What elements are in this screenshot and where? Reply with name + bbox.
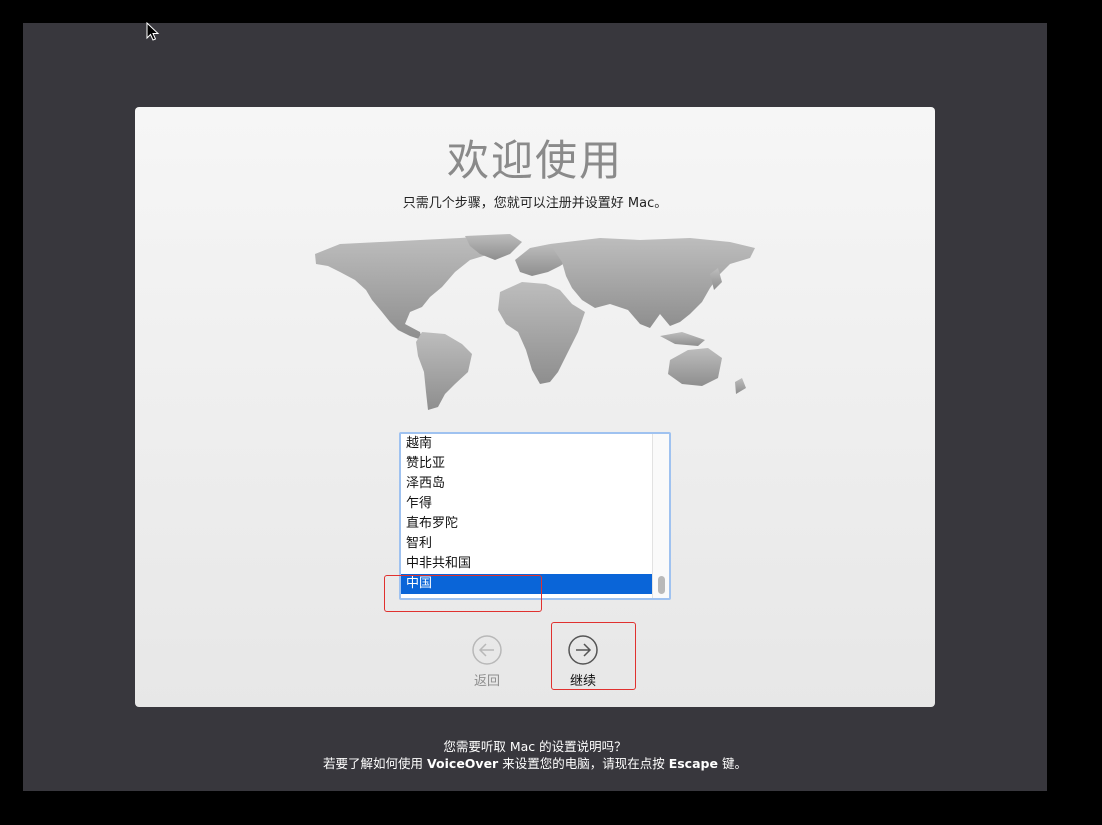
- country-item-chile[interactable]: 智利: [401, 534, 654, 554]
- scrollbar-thumb[interactable]: [658, 576, 665, 594]
- hint-escape-key: Escape: [668, 756, 718, 771]
- country-item-vietnam[interactable]: 越南: [401, 434, 654, 454]
- country-item-chad[interactable]: 乍得: [401, 494, 654, 514]
- highlight-box-selected-country: [384, 575, 542, 612]
- country-item-zambia[interactable]: 赞比亚: [401, 454, 654, 474]
- world-map-image: [315, 234, 755, 410]
- hint-text-before: 若要了解如何使用: [323, 756, 424, 771]
- hint-text-after: 键。: [721, 756, 747, 771]
- highlight-box-continue: [551, 622, 636, 690]
- list-scrollbar[interactable]: [652, 434, 669, 598]
- arrow-left-circle-icon: [472, 635, 502, 665]
- voiceover-hint: 您需要听取 Mac 的设置说明吗？ 若要了解如何使用 VoiceOver 来设置…: [23, 738, 1047, 772]
- hint-text-mid: 来设置您的电脑，请现在点按: [502, 756, 665, 771]
- hint-voiceover: VoiceOver: [427, 756, 499, 771]
- mouse-pointer-icon: [146, 22, 160, 41]
- country-item-gibraltar[interactable]: 直布罗陀: [401, 514, 654, 534]
- page-title: 欢迎使用: [446, 136, 623, 185]
- back-button[interactable]: 返回: [457, 634, 517, 689]
- setup-screen: 欢迎使用 只需几个步骤，您就可以注册并设置好 Mac。 越南 赞比亚 泽西岛 乍…: [23, 23, 1047, 791]
- country-item-central-african-republic[interactable]: 中非共和国: [401, 554, 654, 574]
- setup-panel: 欢迎使用 只需几个步骤，您就可以注册并设置好 Mac。 越南 赞比亚 泽西岛 乍…: [135, 107, 935, 707]
- country-item-jersey[interactable]: 泽西岛: [401, 474, 654, 494]
- voiceover-hint-line1: 您需要听取 Mac 的设置说明吗？: [443, 739, 627, 754]
- voiceover-hint-line2: 若要了解如何使用 VoiceOver 来设置您的电脑，请现在点按 Escape …: [23, 755, 1047, 772]
- page-subtitle: 只需几个步骤，您就可以注册并设置好 Mac。: [402, 196, 668, 211]
- back-label: 返回: [473, 674, 500, 689]
